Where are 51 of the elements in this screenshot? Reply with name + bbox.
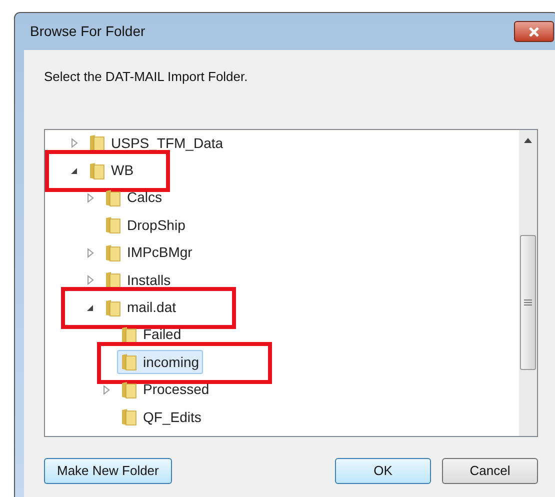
folder-name: Installs: [127, 270, 171, 290]
scrollbar-thumb[interactable]: [520, 234, 536, 370]
tree-item[interactable]: IMPcBMgr: [101, 240, 196, 265]
collapsed-arrow-icon[interactable]: [85, 248, 95, 258]
folder-name: USPS_TFM_Data: [111, 134, 224, 153]
tree-item[interactable]: mail.dat: [101, 296, 180, 320]
folder-icon: [89, 134, 105, 152]
dialog-button[interactable]: OK: [335, 458, 431, 484]
folder-name: QF_Edits: [143, 408, 202, 427]
tree-item[interactable]: WB: [85, 158, 138, 183]
folder-icon: [105, 216, 121, 234]
vertical-scrollbar[interactable]: [519, 130, 537, 436]
collapsed-arrow-icon[interactable]: [85, 275, 95, 286]
dialog-button[interactable]: Cancel: [442, 458, 538, 484]
folder-icon: [121, 380, 137, 399]
folder-name: incoming: [143, 352, 200, 372]
folder-icon: [121, 408, 137, 426]
folder-name: WB: [111, 161, 134, 180]
tree-item[interactable]: QF_Edits: [117, 405, 206, 430]
collapsed-arrow-icon[interactable]: [69, 138, 79, 148]
tree-item[interactable]: Calcs: [101, 186, 166, 210]
dialog-button[interactable]: Make New Folder: [44, 458, 172, 484]
instruction-text: Select the DAT-MAIL Import Folder.: [44, 68, 249, 86]
collapsed-arrow-icon[interactable]: [101, 384, 111, 395]
folder-icon: [105, 271, 121, 290]
folder-icon: [105, 244, 121, 262]
tree-item[interactable]: USPS_TFM_Data: [85, 131, 228, 156]
close-icon: [528, 26, 540, 36]
window-title: Browse For Folder: [30, 22, 146, 41]
folder-name: Processed: [143, 380, 210, 400]
folder-icon: [89, 162, 105, 180]
folder-name: DropShip: [127, 216, 186, 235]
tree-item[interactable]: Installs: [101, 268, 175, 292]
collapsed-arrow-icon[interactable]: [85, 192, 95, 203]
expanded-arrow-icon[interactable]: [85, 302, 95, 313]
tree-item[interactable]: DropShip: [101, 213, 190, 238]
tree-item[interactable]: Processed: [117, 378, 214, 402]
folder-icon: [105, 188, 121, 207]
folder-icon: [105, 298, 121, 317]
expanded-arrow-icon[interactable]: [69, 166, 79, 176]
folder-icon: [121, 353, 137, 372]
tree-item[interactable]: Failed: [117, 322, 186, 347]
folder-name: Failed: [143, 325, 182, 344]
tree-item[interactable]: incoming: [117, 350, 204, 374]
folder-name: mail.dat: [127, 298, 176, 318]
folder-name: IMPcBMgr: [127, 243, 192, 262]
close-button[interactable]: [514, 21, 554, 42]
grip-icon: [524, 298, 532, 306]
scroll-up-icon[interactable]: [524, 136, 532, 142]
folder-name: Calcs: [127, 188, 162, 208]
folder-icon: [121, 326, 137, 344]
